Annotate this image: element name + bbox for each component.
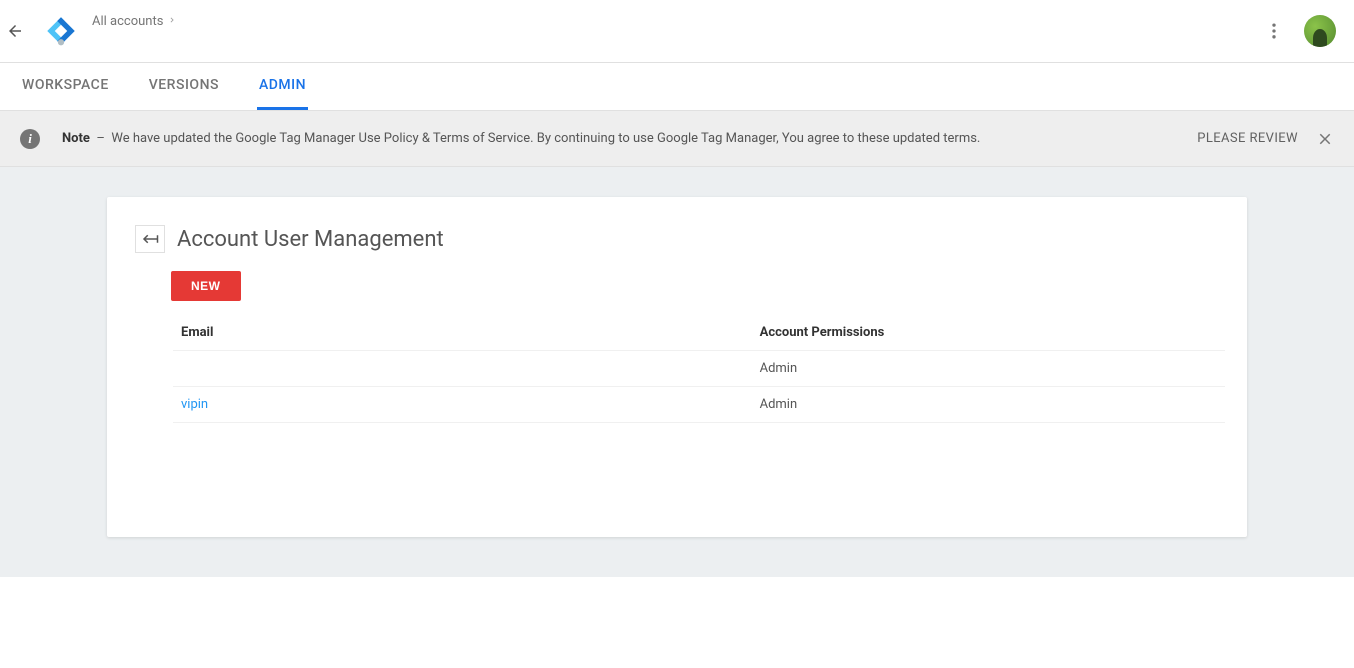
page-title: Account User Management: [177, 227, 444, 252]
notice-dash: –: [96, 131, 105, 146]
app-logo[interactable]: [30, 16, 92, 46]
cell-email: [173, 351, 752, 387]
notice-actions: PLEASE REVIEW: [1197, 130, 1334, 148]
info-icon: i: [20, 129, 40, 149]
please-review-link[interactable]: PLEASE REVIEW: [1197, 131, 1298, 146]
close-icon: [1316, 130, 1334, 148]
card-back-button[interactable]: [135, 225, 165, 253]
header-right: [1262, 15, 1354, 47]
notice-label: Note: [62, 131, 90, 146]
main-tabs: WORKSPACE VERSIONS ADMIN: [0, 63, 1354, 111]
email-link[interactable]: vipin: [181, 397, 208, 412]
notice-text: Note – We have updated the Google Tag Ma…: [62, 131, 980, 146]
card-header: Account User Management: [129, 225, 1225, 253]
policy-notice-bar: i Note – We have updated the Google Tag …: [0, 111, 1354, 167]
cell-permissions: Admin: [752, 351, 1225, 387]
dismiss-notice-button[interactable]: [1316, 130, 1334, 148]
cell-permissions: Admin: [752, 387, 1225, 423]
chevron-right-icon: [167, 14, 177, 29]
cell-email: vipin: [173, 387, 752, 423]
notice-body: We have updated the Google Tag Manager U…: [111, 131, 980, 146]
col-permissions-header: Account Permissions: [752, 315, 1225, 351]
breadcrumb-label: All accounts: [92, 14, 163, 29]
table-head-row: Email Account Permissions: [173, 315, 1225, 351]
tab-workspace[interactable]: WORKSPACE: [20, 63, 111, 110]
col-email-header: Email: [173, 315, 752, 351]
tab-admin[interactable]: ADMIN: [257, 63, 308, 110]
user-management-card: Account User Management NEW Email Accoun…: [107, 197, 1247, 537]
new-button[interactable]: NEW: [171, 271, 241, 301]
more-menu-button[interactable]: [1262, 19, 1286, 43]
return-arrow-icon: [141, 232, 159, 246]
page-body: Account User Management NEW Email Accoun…: [0, 167, 1354, 577]
back-arrow-icon: [6, 22, 24, 40]
back-arrow-button[interactable]: [0, 22, 30, 40]
users-table: Email Account Permissions Admin vipin Ad…: [173, 315, 1225, 423]
app-header: All accounts: [0, 0, 1354, 63]
user-avatar[interactable]: [1304, 15, 1336, 47]
breadcrumb[interactable]: All accounts: [92, 14, 177, 29]
table-row[interactable]: vipin Admin: [173, 387, 1225, 423]
table-row[interactable]: Admin: [173, 351, 1225, 387]
tag-manager-logo-icon: [46, 16, 76, 46]
more-vertical-icon: [1264, 21, 1284, 41]
tab-versions[interactable]: VERSIONS: [147, 63, 221, 110]
